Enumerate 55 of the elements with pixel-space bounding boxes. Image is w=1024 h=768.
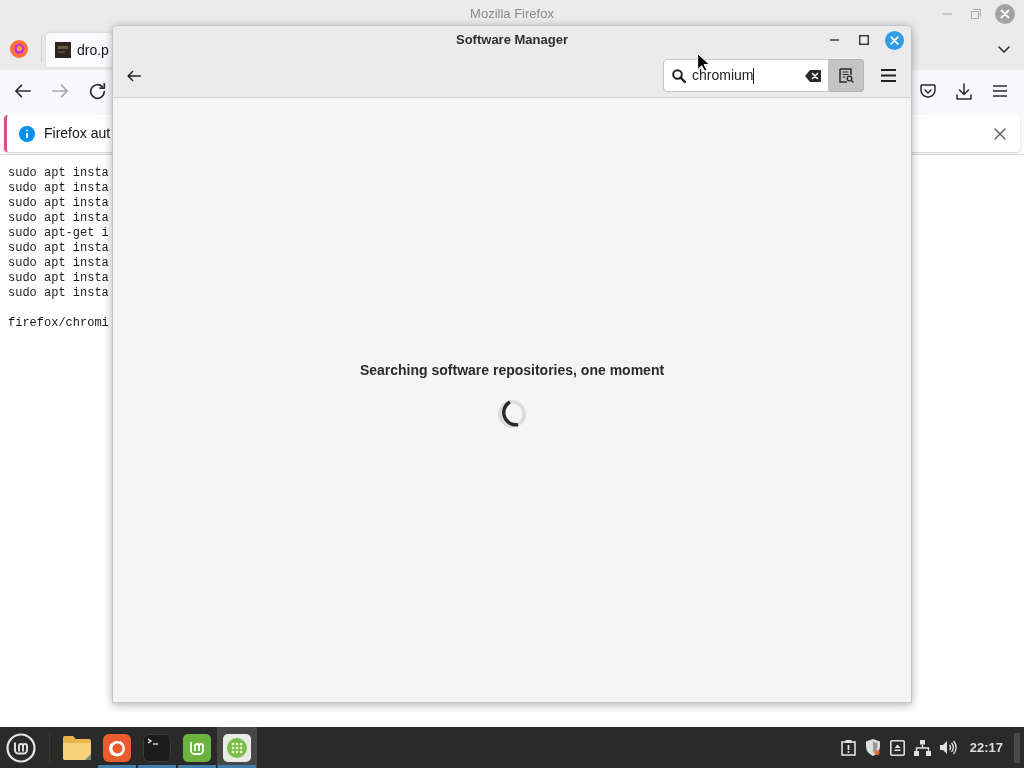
folder-icon [63, 735, 91, 760]
code-line: sudo apt insta [8, 166, 109, 181]
search-field[interactable]: chromium [663, 59, 829, 92]
volume-icon [939, 740, 957, 755]
text-cursor-icon [753, 67, 755, 84]
close-icon [884, 30, 904, 50]
minimize-icon [942, 13, 952, 15]
menu-icon [880, 69, 896, 82]
maximize-icon [859, 35, 869, 45]
clock[interactable]: 22:17 [969, 737, 1003, 758]
logo-icon [6, 732, 36, 763]
reload-icon [88, 82, 106, 100]
clipboard-alert-icon [840, 739, 856, 756]
browser-tab[interactable]: dro.p [46, 33, 112, 67]
eject-icon [889, 739, 905, 756]
search-toggle-button[interactable] [829, 59, 864, 92]
download-icon [956, 82, 972, 100]
pocket-icon [920, 83, 936, 99]
restore-icon [971, 9, 981, 19]
close-icon [995, 4, 1015, 24]
app-grid-icon [223, 733, 251, 762]
document-search-icon [838, 68, 854, 83]
code-line: sudo apt insta [8, 241, 109, 256]
minimize-icon [829, 39, 839, 41]
code-line: sudo apt-get i [8, 226, 109, 241]
browser-icon [103, 733, 131, 762]
code-line: firefox/chromi [8, 316, 109, 331]
back-arrow-icon [15, 83, 31, 99]
code-line: sudo apt insta [8, 196, 109, 211]
notification-text: Firefox aut [44, 124, 111, 143]
status-message: Searching software repositories, one moment [359, 361, 665, 380]
back-arrow-icon [127, 69, 141, 82]
clear-icon [805, 69, 821, 82]
favicon-icon [55, 42, 71, 58]
code-line: sudo apt insta [8, 181, 109, 196]
close-button[interactable] [882, 28, 906, 52]
shield-icon [864, 739, 881, 756]
chevron-down-icon [998, 45, 1010, 53]
window-title: Software Manager [456, 31, 568, 50]
spinner-icon [498, 400, 526, 428]
network-icon [913, 739, 931, 756]
code-line: sudo apt insta [8, 256, 109, 271]
code-line: sudo apt insta [8, 271, 109, 286]
window-title: Mozilla Firefox [470, 5, 554, 24]
forward-arrow-icon [52, 83, 68, 99]
code-line: sudo apt insta [8, 211, 109, 226]
taskbar-launcher[interactable] [217, 727, 257, 768]
info-icon [19, 125, 35, 142]
menu-icon [993, 85, 1007, 97]
search-icon [672, 68, 686, 83]
close-icon [994, 127, 1006, 140]
terminal-icon [143, 733, 171, 762]
logo-tile-icon [183, 733, 211, 762]
browser-logo-icon [10, 40, 28, 58]
code-line: sudo apt insta [8, 286, 109, 301]
